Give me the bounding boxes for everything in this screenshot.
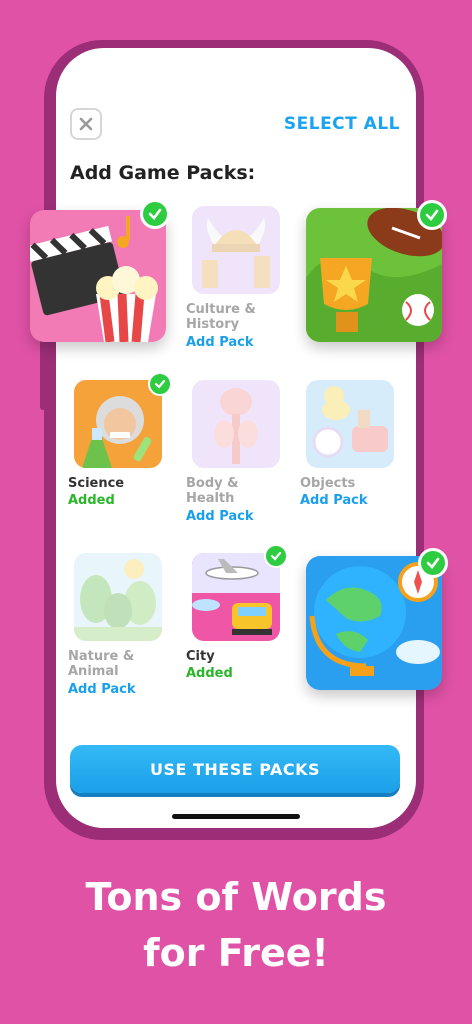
pack-tile-science[interactable] bbox=[74, 380, 162, 468]
pack-label-body-health: Body & Health bbox=[186, 476, 239, 506]
use-these-packs-button[interactable]: USE THESE PACKS bbox=[70, 745, 400, 793]
pack-status-science: Added bbox=[68, 493, 115, 508]
viking-helmet-icon bbox=[202, 218, 270, 288]
pack-tile-city[interactable] bbox=[192, 553, 280, 641]
check-icon bbox=[148, 372, 172, 396]
select-all-button[interactable]: SELECT ALL bbox=[284, 114, 400, 134]
pack-status-nature-animal[interactable]: Add Pack bbox=[68, 682, 168, 698]
caption-line-1: Tons of Words bbox=[85, 875, 387, 919]
globe-compass-icon bbox=[309, 562, 440, 676]
close-button[interactable] bbox=[70, 108, 102, 140]
pack-label-culture-history: Culture & History bbox=[186, 302, 256, 332]
app-screen: SELECT ALL Add Game Packs: Culture & His… bbox=[56, 48, 416, 828]
trophy-football-icon bbox=[306, 208, 442, 342]
pack-status-culture-history[interactable]: Add Pack bbox=[186, 335, 286, 351]
pack-label-nature-animal: Nature & Animal bbox=[68, 649, 135, 679]
pack-tile-body-health[interactable] bbox=[192, 380, 280, 468]
pack-tile-nature-animal[interactable] bbox=[74, 553, 162, 641]
pack-tile-culture-history[interactable] bbox=[192, 206, 280, 294]
check-icon bbox=[418, 548, 448, 578]
page-title: Add Game Packs: bbox=[70, 162, 256, 184]
pack-label-science: Science bbox=[68, 476, 125, 491]
pack-tile-movies[interactable] bbox=[30, 210, 166, 342]
check-icon bbox=[140, 199, 170, 229]
pack-status-body-health[interactable]: Add Pack bbox=[186, 509, 286, 525]
close-icon bbox=[79, 117, 93, 131]
anatomy-icon bbox=[214, 388, 258, 464]
check-icon bbox=[417, 200, 447, 230]
pack-status-city: Added bbox=[186, 666, 233, 681]
caption-line-2: for Free! bbox=[143, 931, 329, 975]
forest-icon bbox=[74, 559, 162, 641]
scientist-icon bbox=[82, 396, 152, 468]
pack-label-objects: Objects bbox=[300, 476, 356, 491]
home-indicator bbox=[172, 814, 300, 819]
duck-clock-toaster-icon bbox=[312, 386, 388, 458]
pack-tile-sports[interactable] bbox=[306, 208, 442, 342]
check-icon bbox=[264, 544, 288, 568]
pack-status-objects[interactable]: Add Pack bbox=[300, 493, 400, 509]
taxi-airplane-icon bbox=[192, 553, 280, 635]
pack-tile-objects[interactable] bbox=[306, 380, 394, 468]
clapperboard-popcorn-icon bbox=[30, 216, 158, 342]
pack-tile-geography[interactable] bbox=[306, 556, 442, 690]
pack-label-city: City bbox=[186, 649, 215, 664]
